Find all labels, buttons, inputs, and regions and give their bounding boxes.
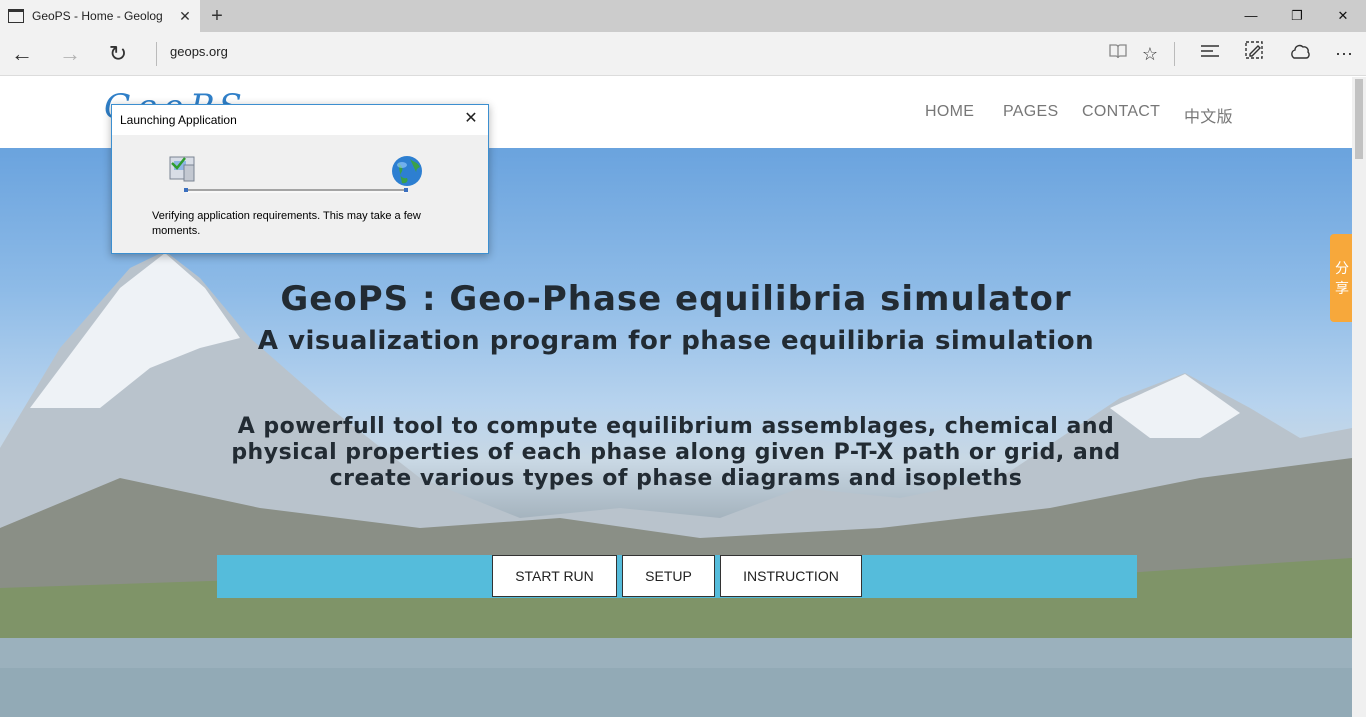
- start-run-button[interactable]: START RUN: [492, 555, 617, 597]
- browser-toolbar: ← → ↻ geops.org ☆ ⋯: [0, 32, 1366, 76]
- page-icon: [8, 9, 24, 23]
- dialog-message: Verifying application requirements. This…: [152, 210, 421, 237]
- refresh-icon[interactable]: ↻: [100, 38, 136, 70]
- tab-bar: GeoPS - Home - Geolog ✕ + — ❐ ✕: [0, 0, 1366, 32]
- page-scrollbar[interactable]: [1352, 77, 1366, 717]
- dialog-titlebar[interactable]: Launching Application ✕: [112, 105, 488, 135]
- browser-tab[interactable]: GeoPS - Home - Geolog ✕: [0, 0, 200, 32]
- more-icon[interactable]: ⋯: [1326, 38, 1362, 70]
- nav-home[interactable]: HOME: [925, 103, 974, 121]
- hero-subtitle: A visualization program for phase equili…: [257, 326, 1095, 356]
- divider: [156, 42, 157, 66]
- forward-icon[interactable]: →: [52, 38, 88, 70]
- share-tab-char: 分: [1335, 260, 1349, 276]
- web-note-icon[interactable]: [1236, 38, 1272, 70]
- divider: [1174, 42, 1175, 66]
- new-tab-icon[interactable]: +: [204, 4, 230, 28]
- hero-title: GeoPS : Geo-Phase equilibria simulator: [280, 279, 1072, 319]
- nav-contact[interactable]: CONTACT: [1082, 103, 1160, 121]
- back-icon[interactable]: ←: [4, 38, 40, 70]
- setup-button[interactable]: SETUP: [622, 555, 715, 597]
- button-bar: START RUN SETUP INSTRUCTION: [217, 555, 1137, 598]
- share-icon[interactable]: [1282, 38, 1318, 70]
- dialog-title: Launching Application: [120, 113, 237, 127]
- favorite-star-icon[interactable]: ☆: [1132, 38, 1168, 70]
- restore-icon[interactable]: ❐: [1274, 0, 1320, 32]
- share-tab-char: 享: [1335, 280, 1349, 296]
- launching-dialog: Launching Application ✕ Verifying applic…: [111, 104, 489, 254]
- progress-graphic: [169, 156, 422, 193]
- hero-description: A powerfull tool to compute equilibrium …: [231, 414, 1121, 491]
- share-side-tab[interactable]: 分 享: [1330, 234, 1354, 322]
- address-bar[interactable]: geops.org: [170, 44, 228, 59]
- tab-title: GeoPS - Home - Geolog: [32, 9, 163, 23]
- computer-icon: [169, 156, 195, 182]
- tab-close-icon[interactable]: ✕: [176, 7, 194, 25]
- dialog-close-icon[interactable]: ✕: [462, 110, 480, 128]
- nav-chinese[interactable]: 中文版: [1184, 103, 1233, 127]
- instruction-button[interactable]: INSTRUCTION: [720, 555, 862, 597]
- scrollbar-thumb[interactable]: [1355, 79, 1363, 159]
- hub-icon[interactable]: [1192, 38, 1228, 70]
- reading-view-icon[interactable]: [1100, 38, 1136, 70]
- nav-pages[interactable]: PAGES: [1003, 103, 1058, 121]
- minimize-icon[interactable]: —: [1228, 0, 1274, 32]
- globe-icon: [392, 156, 422, 186]
- dialog-body: Verifying application requirements. This…: [112, 135, 488, 253]
- window-close-icon[interactable]: ✕: [1320, 0, 1366, 32]
